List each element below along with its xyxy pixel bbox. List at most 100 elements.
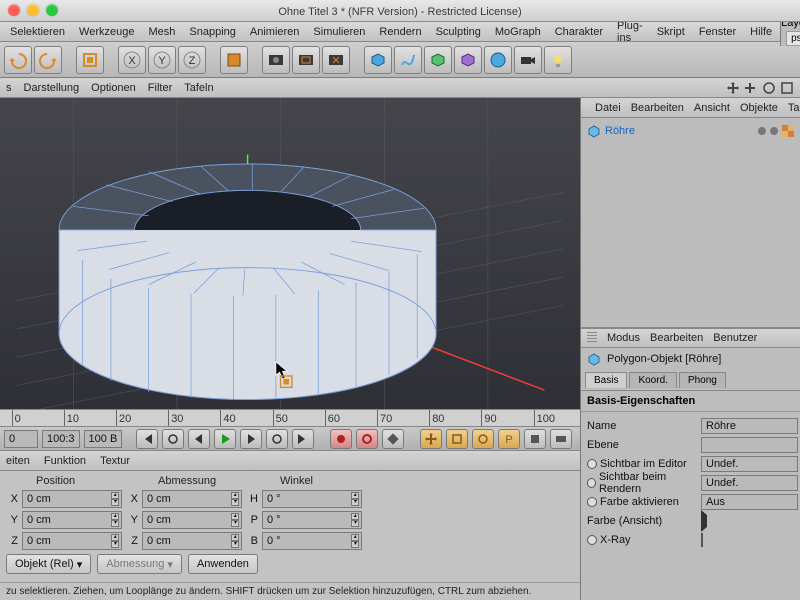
property-value-field[interactable]: Undef. bbox=[701, 456, 798, 472]
undo-button[interactable] bbox=[4, 46, 32, 74]
property-value-field[interactable]: Aus bbox=[701, 494, 798, 510]
close-window-icon[interactable] bbox=[8, 4, 20, 16]
property-value-field[interactable]: Röhre bbox=[701, 418, 798, 434]
radio-icon[interactable] bbox=[587, 497, 597, 507]
zoom-window-icon[interactable] bbox=[46, 4, 58, 16]
om-tags[interactable]: Tag bbox=[788, 102, 800, 114]
viewport-3d[interactable] bbox=[0, 98, 580, 409]
record-key-button[interactable] bbox=[330, 429, 352, 449]
options-button[interactable] bbox=[524, 429, 546, 449]
property-value-field[interactable]: Undef. bbox=[701, 475, 798, 491]
camera-button[interactable] bbox=[514, 46, 542, 74]
play-button[interactable] bbox=[214, 429, 236, 449]
tab-basis[interactable]: Basis bbox=[585, 372, 627, 388]
expand-icon[interactable] bbox=[701, 510, 707, 532]
menu-selektieren[interactable]: Selektieren bbox=[4, 24, 71, 40]
tab-phong[interactable]: Phong bbox=[679, 372, 726, 388]
radio-icon[interactable] bbox=[587, 459, 597, 469]
live-select-button[interactable] bbox=[76, 46, 104, 74]
step-back-button[interactable] bbox=[188, 429, 210, 449]
am-bearbeiten[interactable]: Bearbeiten bbox=[650, 332, 703, 344]
layout-selector[interactable]: psd bbox=[786, 31, 800, 46]
position-input[interactable]: 0 cm▴▾ bbox=[22, 532, 122, 550]
view-s[interactable]: s bbox=[6, 82, 12, 94]
axis-y-button[interactable]: Y bbox=[148, 46, 176, 74]
redo-button[interactable] bbox=[34, 46, 62, 74]
view-optionen[interactable]: Optionen bbox=[91, 82, 136, 94]
goto-start-button[interactable] bbox=[136, 429, 158, 449]
size-input[interactable]: 0 cm▴▾ bbox=[142, 511, 242, 529]
radio-icon[interactable] bbox=[587, 478, 596, 488]
view-filter[interactable]: Filter bbox=[148, 82, 172, 94]
om-ansicht[interactable]: Ansicht bbox=[694, 102, 730, 114]
property-value-field[interactable] bbox=[701, 437, 798, 453]
render-region-button[interactable] bbox=[292, 46, 320, 74]
menu-rendern[interactable]: Rendern bbox=[373, 24, 427, 40]
scale-tool-button[interactable] bbox=[446, 429, 468, 449]
angle-input[interactable]: 0 °▴▾ bbox=[262, 490, 362, 508]
primitive-cube-button[interactable] bbox=[364, 46, 392, 74]
menu-mograph[interactable]: MoGraph bbox=[489, 24, 547, 40]
menu-animieren[interactable]: Animieren bbox=[244, 24, 306, 40]
grip-icon[interactable] bbox=[587, 332, 597, 344]
position-input[interactable]: 0 cm▴▾ bbox=[22, 490, 122, 508]
view-tafeln[interactable]: Tafeln bbox=[184, 82, 213, 94]
goto-end-button[interactable] bbox=[292, 429, 314, 449]
environment-button[interactable] bbox=[484, 46, 512, 74]
start-frame-field[interactable]: 0 bbox=[4, 430, 38, 448]
axis-x-button[interactable]: X bbox=[118, 46, 146, 74]
ratio-field[interactable]: 100:3 bbox=[42, 430, 80, 448]
radio-icon[interactable] bbox=[587, 535, 597, 545]
apply-button[interactable]: Anwenden bbox=[188, 554, 258, 574]
autokey-button[interactable] bbox=[356, 429, 378, 449]
frames-field[interactable]: 100 B bbox=[84, 430, 123, 448]
size-input[interactable]: 0 cm▴▾ bbox=[142, 532, 242, 550]
checkbox[interactable] bbox=[701, 533, 703, 547]
angle-input[interactable]: 0 °▴▾ bbox=[262, 532, 362, 550]
view-move-icon[interactable] bbox=[726, 81, 740, 95]
size-input[interactable]: 0 cm▴▾ bbox=[142, 490, 242, 508]
keyframe-sel-button[interactable] bbox=[382, 429, 404, 449]
size-mode-dropdown[interactable]: Abmessung ▾ bbox=[97, 554, 182, 574]
tube-mesh[interactable] bbox=[59, 164, 436, 400]
render-dot-icon[interactable] bbox=[770, 127, 778, 135]
step-fwd-button[interactable] bbox=[240, 429, 262, 449]
menu-snapping[interactable]: Snapping bbox=[183, 24, 242, 40]
minimize-window-icon[interactable] bbox=[27, 4, 39, 16]
object-tree[interactable]: Röhre bbox=[581, 118, 800, 328]
tab-koord[interactable]: Koord. bbox=[629, 372, 676, 388]
menu-skript[interactable]: Skript bbox=[651, 24, 691, 40]
view-maximize-icon[interactable] bbox=[780, 81, 794, 95]
am-modus[interactable]: Modus bbox=[607, 332, 640, 344]
menu-charakter[interactable]: Charakter bbox=[549, 24, 609, 40]
timeline-ruler[interactable]: 0 10 20 30 40 50 60 70 80 90 100 bbox=[0, 409, 580, 427]
menu-fenster[interactable]: Fenster bbox=[693, 24, 742, 40]
coord-system-button[interactable] bbox=[220, 46, 248, 74]
param-tool-button[interactable]: P bbox=[498, 429, 520, 449]
menu-sculpting[interactable]: Sculpting bbox=[430, 24, 487, 40]
om-bearbeiten[interactable]: Bearbeiten bbox=[631, 102, 684, 114]
render-settings-button[interactable] bbox=[322, 46, 350, 74]
position-input[interactable]: 0 cm▴▾ bbox=[22, 511, 122, 529]
deformer-button[interactable] bbox=[454, 46, 482, 74]
generator-button[interactable] bbox=[424, 46, 452, 74]
rotate-tool-button[interactable] bbox=[472, 429, 494, 449]
more-button[interactable] bbox=[550, 429, 572, 449]
visibility-dot-icon[interactable] bbox=[758, 127, 766, 135]
menu-hilfe[interactable]: Hilfe bbox=[744, 24, 778, 40]
am-benutzer[interactable]: Benutzer bbox=[713, 332, 757, 344]
phong-tag-icon[interactable] bbox=[782, 125, 794, 137]
prev-key-button[interactable] bbox=[162, 429, 184, 449]
move-tool-button[interactable] bbox=[420, 429, 442, 449]
light-button[interactable] bbox=[544, 46, 572, 74]
om-datei[interactable]: Datei bbox=[595, 102, 621, 114]
next-key-button[interactable] bbox=[266, 429, 288, 449]
menu-werkzeuge[interactable]: Werkzeuge bbox=[73, 24, 140, 40]
tab-eiten[interactable]: eiten bbox=[6, 455, 30, 467]
view-rotate-icon[interactable] bbox=[762, 81, 776, 95]
tab-funktion[interactable]: Funktion bbox=[44, 455, 86, 467]
menu-mesh[interactable]: Mesh bbox=[142, 24, 181, 40]
coord-mode-dropdown[interactable]: Objekt (Rel) ▾ bbox=[6, 554, 91, 574]
angle-input[interactable]: 0 °▴▾ bbox=[262, 511, 362, 529]
om-objekte[interactable]: Objekte bbox=[740, 102, 778, 114]
